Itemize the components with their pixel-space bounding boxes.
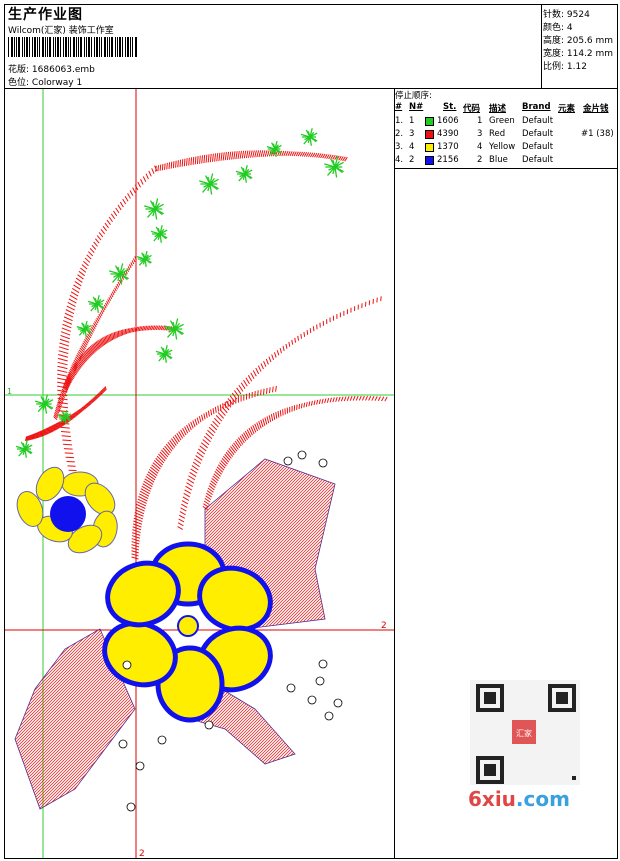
sequin-7: [286, 683, 296, 693]
sequin-9: [333, 698, 343, 708]
col-sequin: 金片钱: [583, 104, 609, 114]
legend-divider: [394, 88, 395, 859]
col-no: #: [395, 102, 403, 112]
green-leaflet-8: [109, 263, 129, 285]
legend-no-2: 2.: [395, 129, 404, 139]
col-code: 代码: [463, 104, 481, 114]
col-element: 元素: [558, 104, 576, 114]
col-brand: Brand: [522, 102, 551, 112]
green-leaflet-14: [34, 394, 54, 414]
sequin-2: [318, 458, 328, 468]
col-st: St.: [443, 102, 457, 112]
sequin-12: [118, 739, 128, 749]
small-flower-center: [50, 496, 86, 532]
guide-label-v2: 2: [139, 849, 145, 858]
legend-n-2: 3: [409, 129, 415, 139]
legend-swatch-2: [425, 130, 434, 139]
green-leaflet-15: [15, 440, 33, 458]
green-leaflet-13: [155, 345, 173, 363]
legend-swatch-3: [425, 143, 434, 152]
legend-code-3: 4: [477, 142, 483, 152]
legend-swatch-4: [425, 156, 434, 165]
legend-no-1: 1.: [395, 116, 404, 126]
legend-swatch-1: [425, 117, 434, 126]
green-leaflet-1: [300, 128, 318, 146]
legend-brand-2: Default: [522, 129, 554, 139]
legend-code-1: 1: [477, 116, 483, 126]
legend-no-4: 4.: [395, 155, 404, 165]
big-flower-center: [177, 615, 199, 637]
legend-no-3: 3.: [395, 142, 404, 152]
sequin-10: [324, 711, 334, 721]
watermark-domain: .com: [515, 787, 570, 811]
stem-right-low: [202, 395, 388, 511]
legend-desc-3: Yellow: [489, 142, 516, 152]
legend-desc-1: Green: [489, 116, 515, 126]
legend-title: 停止顺序:: [395, 91, 432, 101]
col-n: N#: [409, 102, 424, 112]
legend-bottom-divider: [394, 168, 618, 169]
legend-brand-4: Default: [522, 155, 554, 165]
colorway-value: Colorway 1: [31, 78, 83, 88]
stat-scale: 比例: 1.12: [543, 62, 587, 72]
legend-n-1: 1: [409, 116, 415, 126]
legend-st-3: 1370: [437, 142, 459, 152]
green-leaflet-12: [164, 318, 184, 340]
sequin-11: [204, 720, 214, 730]
legend-n-4: 2: [409, 155, 415, 165]
green-leaflet-9: [136, 250, 152, 267]
legend-n-3: 4: [409, 142, 415, 152]
embroidery-design: 1 2 2: [5, 89, 394, 858]
legend-st-2: 4390: [437, 129, 459, 139]
sequin-6: [315, 676, 325, 686]
green-leaflet-4: [235, 165, 253, 183]
stat-width: 宽度: 114.2 mm: [543, 49, 614, 59]
legend-st-1: 1606: [437, 116, 459, 126]
stat-height: 高度: 205.6 mm: [543, 36, 614, 46]
watermark-main: 6xiu: [468, 787, 516, 811]
green-leaflet-7: [150, 225, 168, 243]
stem-top: [155, 150, 348, 172]
legend-code-4: 2: [477, 155, 483, 165]
sequin-13: [157, 735, 167, 745]
page-title: 生产作业图: [8, 7, 83, 23]
barcode: [8, 37, 137, 57]
studio-name: Wilcom(汇家) 装饰工作室: [8, 26, 114, 36]
stat-colors: 颜色: 4: [543, 23, 573, 33]
sequin-8: [307, 695, 317, 705]
green-leaflet-5: [199, 173, 219, 195]
sequin-4: [122, 660, 132, 670]
legend-brand-3: Default: [522, 142, 554, 152]
stats-divider: [541, 4, 542, 88]
leaf-lower-right: [189, 678, 296, 765]
legend-st-4: 2156: [437, 155, 459, 165]
sequin-14: [135, 761, 145, 771]
guide-label-h1: 1: [7, 387, 12, 396]
sequin-15: [126, 802, 136, 812]
colorway-label: 色位:: [8, 78, 30, 88]
legend-brand-1: Default: [522, 116, 554, 126]
legend-desc-2: Red: [489, 129, 506, 139]
qr-seal-text: 汇家: [516, 728, 532, 738]
stat-stitches: 针数: 9524: [543, 10, 590, 20]
col-desc: 描述: [489, 104, 507, 114]
legend-desc-4: Blue: [489, 155, 508, 165]
colorway: 色位: Colorway 1: [8, 75, 82, 88]
sequin-3: [283, 456, 293, 466]
green-leaflet-6: [144, 198, 164, 220]
legend-code-2: 3: [477, 129, 483, 139]
sequin-1: [297, 450, 307, 460]
sequin-5: [318, 659, 328, 669]
design-file: 花版: 1686063.emb: [8, 62, 95, 75]
green-leaflet-11: [76, 320, 92, 337]
watermark-logo: 6xiu.com: [468, 787, 570, 811]
design-label: 花版:: [8, 65, 30, 75]
legend-element-2: #1 (38): [581, 129, 614, 139]
green-leaflet-10: [87, 295, 105, 313]
guide-label-h2: 2: [381, 621, 387, 631]
design-value: 1686063.emb: [31, 65, 95, 75]
